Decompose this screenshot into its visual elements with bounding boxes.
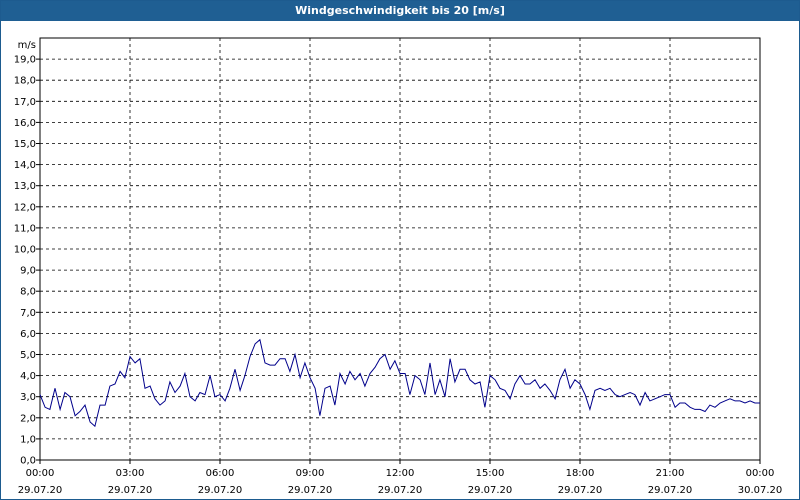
x-tick-time-label: 15:00 bbox=[476, 468, 505, 479]
x-tick-time-label: 21:00 bbox=[656, 468, 685, 479]
y-tick-label: 11,0 bbox=[14, 223, 36, 234]
y-tick-label: 7,0 bbox=[20, 308, 36, 319]
x-tick-date-label: 29.07.20 bbox=[648, 485, 693, 496]
x-tick-time-label: 12:00 bbox=[386, 468, 415, 479]
y-tick-label: 2,0 bbox=[20, 413, 36, 424]
y-axis-label: m/s bbox=[18, 40, 36, 51]
x-tick-time-label: 09:00 bbox=[296, 468, 325, 479]
y-tick-label: 19,0 bbox=[14, 55, 36, 66]
y-tick-label: 3,0 bbox=[20, 392, 36, 403]
x-tick-date-label: 29.07.20 bbox=[18, 485, 63, 496]
y-tick-label: 6,0 bbox=[20, 329, 36, 340]
x-tick-time-label: 00:00 bbox=[26, 468, 55, 479]
x-tick-date-label: 29.07.20 bbox=[468, 485, 513, 496]
x-tick-date-label: 30.07.20 bbox=[738, 485, 783, 496]
y-tick-label: 15,0 bbox=[14, 139, 36, 150]
x-tick-date-label: 29.07.20 bbox=[558, 485, 603, 496]
x-tick-date-label: 29.07.20 bbox=[198, 485, 243, 496]
y-tick-label: 18,0 bbox=[14, 76, 36, 87]
y-tick-label: 8,0 bbox=[20, 287, 36, 298]
y-tick-label: 4,0 bbox=[20, 371, 36, 382]
y-tick-label: 9,0 bbox=[20, 266, 36, 277]
x-tick-time-label: 06:00 bbox=[206, 468, 235, 479]
y-tick-label: 16,0 bbox=[14, 118, 36, 129]
y-tick-label: 13,0 bbox=[14, 181, 36, 192]
x-tick-date-label: 29.07.20 bbox=[378, 485, 423, 496]
y-tick-label: 10,0 bbox=[14, 245, 36, 256]
y-tick-label: 12,0 bbox=[14, 202, 36, 213]
y-tick-label: 17,0 bbox=[14, 97, 36, 108]
x-tick-time-label: 03:00 bbox=[116, 468, 145, 479]
y-tick-label: 1,0 bbox=[20, 434, 36, 445]
x-tick-date-label: 29.07.20 bbox=[288, 485, 333, 496]
x-tick-time-label: 18:00 bbox=[566, 468, 595, 479]
y-tick-label: 14,0 bbox=[14, 160, 36, 171]
wind-speed-chart: 0,0 1,0 2,0 3,0 4,0 5,0 6,0 7,0 8,0 9,0 10,0 11,0 12… bbox=[14, 37, 783, 496]
y-tick-label: 0,0 bbox=[20, 456, 36, 467]
x-tick-time-label: 00:00 bbox=[746, 468, 775, 479]
x-tick-date-label: 29.07.20 bbox=[108, 485, 153, 496]
y-tick-label: 5,0 bbox=[20, 350, 36, 361]
